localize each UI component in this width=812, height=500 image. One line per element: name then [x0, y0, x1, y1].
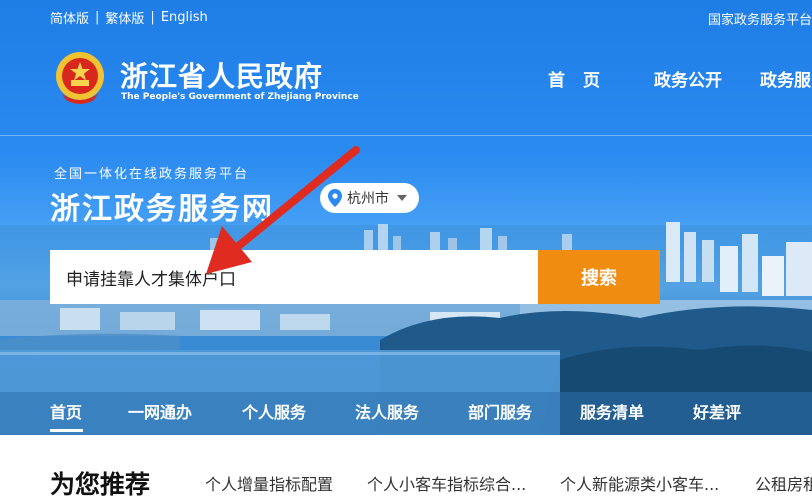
nav-government-affairs[interactable]: 政务公开 [654, 66, 760, 91]
recommend-section: 为您推荐 个人增量指标配置 个人小客车指标综合... 个人新能源类小客车... … [0, 435, 812, 500]
lang-english-link[interactable]: English [161, 10, 208, 25]
active-tab-indicator [50, 429, 83, 432]
sub-navigation: 首页 一网通办 个人服务 法人服务 部门服务 服务清单 好差评 [0, 399, 812, 432]
nav-home[interactable]: 首页 [548, 66, 654, 91]
platform-subtitle: 全国一体化在线政务服务平台 [54, 167, 250, 182]
subnav-evaluation[interactable]: 好差评 [693, 399, 741, 423]
main-navigation: 首页 政务公开 政务服 [548, 66, 811, 91]
recommend-item[interactable]: 个人小客车指标综合... [367, 471, 526, 495]
subnav-home[interactable]: 首页 [50, 399, 82, 423]
chevron-down-icon [397, 195, 407, 201]
site-title-english: The People's Government of Zhejiang Prov… [121, 92, 359, 102]
recommend-item[interactable]: 个人新能源类小客车... [560, 471, 719, 495]
location-pin-icon [328, 189, 342, 207]
header-divider [0, 135, 812, 136]
search-button[interactable]: 搜索 [538, 250, 660, 304]
recommend-item[interactable]: 个人增量指标配置 [205, 471, 333, 495]
search-input[interactable] [50, 250, 538, 304]
national-platform-link[interactable]: 国家政务服务平台 [708, 9, 812, 28]
subnav-service-list[interactable]: 服务清单 [580, 399, 644, 423]
national-emblem-icon [56, 52, 104, 104]
subnav-legal-person-service[interactable]: 法人服务 [355, 399, 419, 423]
nav-government-service[interactable]: 政务服 [760, 66, 811, 91]
subnav-one-stop[interactable]: 一网通办 [128, 399, 192, 423]
divider: | [150, 10, 155, 25]
lang-simplified-link[interactable]: 简体版 [50, 8, 89, 27]
site-title[interactable]: 浙江省人民政府 [120, 55, 323, 95]
divider: | [95, 10, 100, 25]
city-selector[interactable]: 杭州市 [320, 183, 419, 213]
recommend-item[interactable]: 公租房租 [755, 471, 812, 495]
recommend-title: 为您推荐 [50, 470, 151, 499]
subnav-department-service[interactable]: 部门服务 [468, 399, 532, 423]
lang-traditional-link[interactable]: 繁体版 [105, 8, 144, 27]
subnav-personal-service[interactable]: 个人服务 [242, 399, 306, 423]
language-switcher: 简体版 | 繁体版 | English [50, 8, 208, 27]
city-selector-value: 杭州市 [347, 191, 389, 207]
platform-title: 浙江政务服务网 [50, 192, 274, 227]
